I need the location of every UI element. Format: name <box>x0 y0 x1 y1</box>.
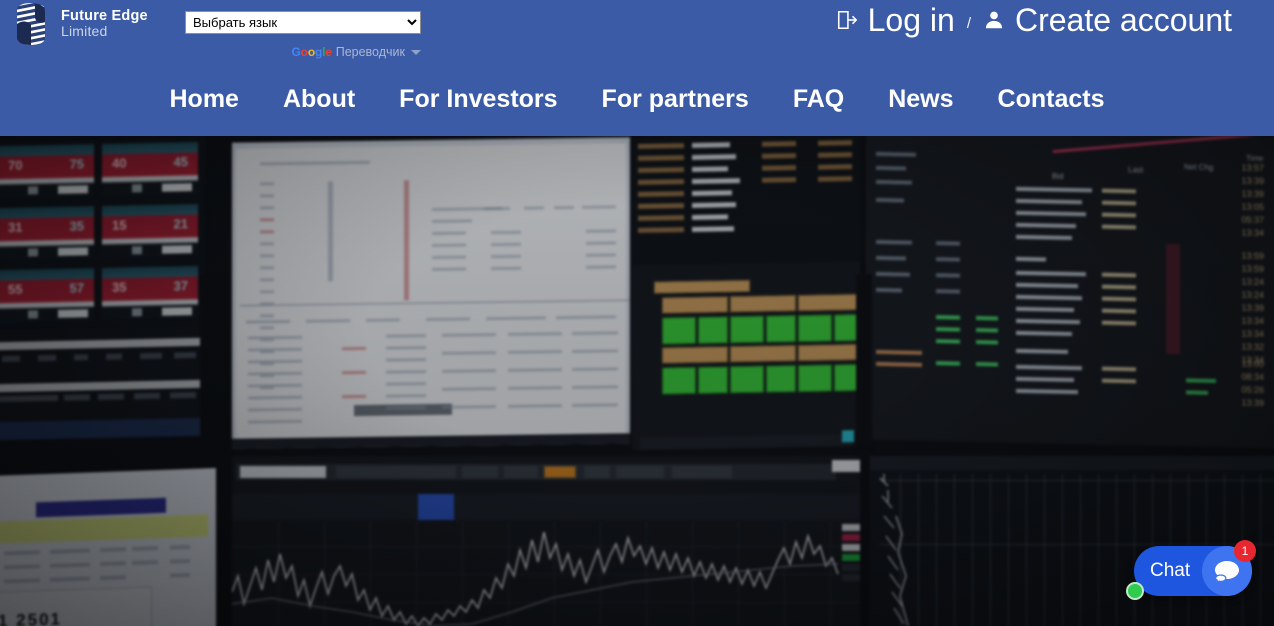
logo-text: Future Edge Limited <box>61 8 148 40</box>
nav-item-for-partners[interactable]: For partners <box>580 85 771 114</box>
auth-links: Log in / Create account <box>836 4 1232 36</box>
language-select[interactable]: Выбрать язык <box>185 11 421 34</box>
nav-item-contacts[interactable]: Contacts <box>976 85 1127 114</box>
nav-item-home[interactable]: Home <box>148 85 261 114</box>
nav-item-about[interactable]: About <box>261 85 377 114</box>
screen-market-terminal: Bid Last Net Chg Time 13:57 13:39 13:39 … <box>866 136 1274 449</box>
chat-bubble-icon <box>1214 561 1239 583</box>
user-icon <box>985 11 1003 29</box>
chat-widget[interactable]: Chat 1 <box>1126 540 1256 600</box>
chat-pill[interactable]: Chat 1 <box>1126 540 1256 600</box>
main-navigation: Home About For Investors For partners FA… <box>0 62 1274 136</box>
nav-item-for-investors[interactable]: For Investors <box>377 85 579 114</box>
hero-photo-content: 70 75 40 45 31 35 15 21 55 57 35 37 Bid … <box>0 136 1274 626</box>
page-root: Future Edge Limited Выбрать язык Google … <box>0 0 1274 626</box>
candles <box>879 474 909 626</box>
chat-unread-badge: 1 <box>1234 540 1256 562</box>
nav-item-news[interactable]: News <box>866 85 975 114</box>
logo-line-2: Limited <box>61 23 108 40</box>
login-label: Log in <box>867 2 955 38</box>
chevron-down-icon[interactable] <box>411 49 421 55</box>
google-translate-widget: Выбрать язык Google Переводчик <box>185 11 421 59</box>
hero-background-photo: 70 75 40 45 31 35 15 21 55 57 35 37 Bid … <box>0 136 1274 626</box>
screen-quote-board: 70 75 40 45 31 35 15 21 55 57 35 37 <box>0 136 206 441</box>
nav-item-faq[interactable]: FAQ <box>771 85 866 114</box>
screen-grid-chart <box>870 456 1274 626</box>
online-status-dot <box>1126 582 1144 600</box>
google-wordmark: Google <box>291 45 332 59</box>
google-translate-brand[interactable]: Google Переводчик <box>292 45 421 59</box>
site-header: Future Edge Limited Выбрать язык Google … <box>0 0 1274 136</box>
create-account-link[interactable]: Create account <box>983 4 1232 36</box>
login-link[interactable]: Log in <box>836 4 955 36</box>
site-logo[interactable]: Future Edge Limited <box>8 2 148 46</box>
screen-price-chart <box>232 456 860 626</box>
screen-green-orange-table <box>632 136 860 450</box>
logo-line-1: Future Edge <box>61 8 148 25</box>
auth-separator: / <box>966 14 971 32</box>
sign-in-icon <box>837 10 857 30</box>
striped-cylinder-logo-icon <box>17 3 45 45</box>
header-top-bar: Future Edge Limited Выбрать язык Google … <box>0 0 1274 62</box>
translate-label: Переводчик <box>335 45 405 59</box>
visible-price-value: 1 2501 <box>0 609 62 626</box>
chat-label: Chat <box>1150 560 1191 581</box>
screen-order-entry: 1 2501 <box>0 468 216 626</box>
chart-line <box>232 531 839 626</box>
screen-spreadsheet <box>232 137 630 449</box>
create-account-label: Create account <box>1014 2 1232 38</box>
